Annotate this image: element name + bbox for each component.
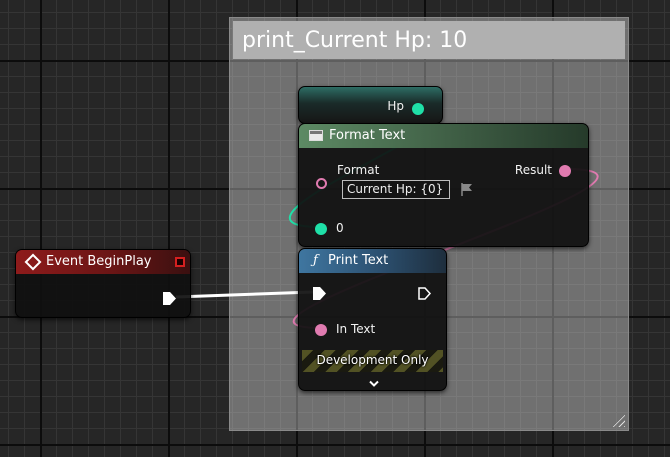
expand-advanced-icon[interactable] (368, 374, 380, 387)
event-begin-play-title: Event BeginPlay (46, 254, 152, 269)
format-label: Format (337, 163, 380, 177)
localization-flag-icon[interactable] (460, 182, 474, 197)
resize-grip-icon[interactable] (611, 413, 625, 427)
format-text-icon (309, 130, 323, 141)
print-text-node[interactable]: ƒ Print Text In Text Development Only (298, 248, 447, 391)
format-text-input[interactable]: Current Hp: {0} (342, 180, 450, 199)
in-text-label: In Text (336, 322, 376, 336)
event-exec-output-pin[interactable] (162, 291, 177, 306)
get-hp-node[interactable]: Hp (298, 86, 443, 124)
result-label: Result (514, 163, 552, 177)
format-text-header[interactable]: Format Text (299, 124, 588, 148)
comment-title[interactable]: print_Current Hp: 10 (233, 21, 625, 59)
in-text-input-pin[interactable] (315, 324, 327, 336)
hp-output-pin[interactable] (412, 103, 424, 115)
event-begin-play-header[interactable]: Event BeginPlay (16, 250, 190, 274)
development-only-label: Development Only (316, 353, 429, 367)
format-text-title: Format Text (329, 128, 406, 143)
arg-0-input-pin[interactable] (315, 223, 327, 235)
event-icon (24, 253, 42, 271)
function-icon: ƒ (313, 253, 318, 268)
result-output-pin[interactable] (559, 165, 571, 177)
format-input-pin[interactable] (316, 178, 327, 189)
exec-input-pin[interactable] (312, 286, 327, 301)
arg-0-label: 0 (336, 221, 344, 235)
format-text-node[interactable]: Format Text Format Current Hp: {0} 0 Res… (298, 123, 589, 247)
development-only-banner: Development Only (302, 350, 443, 372)
hp-pin-label: Hp (387, 99, 404, 113)
event-begin-play-node[interactable]: Event BeginPlay (15, 249, 191, 318)
print-text-header[interactable]: ƒ Print Text (299, 249, 446, 273)
exec-output-pin[interactable] (417, 286, 432, 301)
delegate-pin-icon[interactable] (175, 257, 185, 267)
print-text-title: Print Text (327, 253, 389, 268)
format-text-value: Current Hp: {0} (347, 182, 444, 196)
